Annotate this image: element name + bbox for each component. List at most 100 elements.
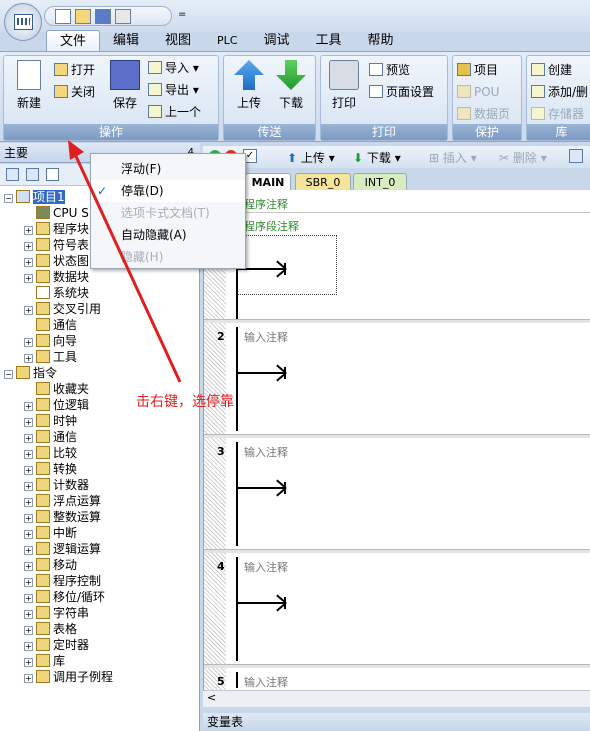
- previous-button[interactable]: 上一个: [148, 102, 201, 122]
- network1-comment[interactable]: 程序段注释: [244, 218, 299, 234]
- tree-node-instruction[interactable]: + 移动: [24, 557, 77, 573]
- expand-icon[interactable]: +: [24, 274, 33, 283]
- download-button[interactable]: 下载: [270, 60, 312, 111]
- expand-icon[interactable]: +: [24, 562, 33, 571]
- expand-icon[interactable]: +: [24, 642, 33, 651]
- expand-icon[interactable]: +: [24, 306, 33, 315]
- insert-button[interactable]: ⊞ 插入 ▾: [429, 149, 477, 166]
- tab-int0[interactable]: INT_0: [353, 173, 407, 191]
- tree-node-project-item[interactable]: + 向导: [24, 333, 77, 349]
- open-folder-icon[interactable]: [75, 8, 91, 24]
- context-menu-item[interactable]: ✓ 停靠(D): [91, 180, 245, 202]
- application-menu-button[interactable]: [4, 3, 42, 41]
- tab-tools[interactable]: 工具: [303, 30, 355, 52]
- scroll-left-icon[interactable]: <: [207, 691, 216, 704]
- tree-node-instruction[interactable]: + 表格: [24, 621, 77, 637]
- tree-node-instruction[interactable]: + 库: [24, 653, 65, 669]
- tab-file[interactable]: 文件: [46, 30, 101, 52]
- tree-node-project-item[interactable]: + 数据块: [24, 269, 89, 285]
- protect-project-button[interactable]: 项目: [457, 60, 498, 80]
- network-comment[interactable]: 输入注释: [244, 329, 288, 345]
- tab-debug[interactable]: 调试: [251, 30, 303, 52]
- tree-node-project-item[interactable]: + 交叉引用: [24, 301, 101, 317]
- expand-icon[interactable]: +: [24, 626, 33, 635]
- expand-icon[interactable]: +: [24, 418, 33, 427]
- expand-icon[interactable]: +: [24, 258, 33, 267]
- new-file-icon[interactable]: [55, 8, 71, 24]
- print-icon[interactable]: [115, 8, 131, 24]
- tab-main[interactable]: MAIN: [245, 173, 291, 191]
- editor-upload-button[interactable]: ⬆ 上传 ▾: [287, 149, 335, 166]
- expand-icon[interactable]: +: [24, 658, 33, 667]
- tree-node-instruction[interactable]: + 调用子例程: [24, 669, 113, 685]
- tree-node-project-item[interactable]: 系统块: [24, 285, 89, 301]
- tree-node-instruction[interactable]: + 转换: [24, 461, 77, 477]
- add-library-button[interactable]: 添加/删: [531, 82, 588, 102]
- save-button[interactable]: 保存: [104, 60, 146, 111]
- tree-node-instruction[interactable]: + 浮点运算: [24, 493, 101, 509]
- network-icon[interactable]: [569, 149, 583, 163]
- network-comment[interactable]: 输入注释: [244, 559, 288, 575]
- context-menu-item[interactable]: 隐藏(H): [91, 246, 245, 268]
- tree-node-instruction[interactable]: + 定时器: [24, 637, 89, 653]
- context-menu-item[interactable]: 浮动(F): [91, 158, 245, 180]
- view-icon[interactable]: [6, 168, 19, 181]
- preview-button[interactable]: 预览: [369, 60, 410, 80]
- tree-node-instruction[interactable]: + 程序控制: [24, 573, 101, 589]
- expand-icon[interactable]: +: [24, 594, 33, 603]
- network-comment[interactable]: 输入注释: [244, 674, 288, 690]
- tree-node-instruction[interactable]: + 位逻辑: [24, 397, 89, 413]
- tab-edit[interactable]: 编辑: [100, 30, 152, 52]
- delete-button[interactable]: ✂ 删除 ▾: [499, 149, 547, 166]
- print-button[interactable]: 打印: [323, 60, 365, 111]
- tab-help[interactable]: 帮助: [355, 30, 407, 52]
- tree-node-project-item[interactable]: + 状态图: [24, 253, 89, 269]
- tree-node-instruction[interactable]: + 字符串: [24, 605, 89, 621]
- grid-icon[interactable]: [26, 168, 39, 181]
- tree-node-project-item[interactable]: + 工具: [24, 349, 77, 365]
- tree-node-project-item[interactable]: + 符号表: [24, 237, 89, 253]
- protect-data-page-button[interactable]: 数据页: [457, 104, 510, 124]
- program-comment[interactable]: 程序注释: [244, 196, 288, 212]
- expand-icon[interactable]: +: [24, 434, 33, 443]
- quick-access-dropdown[interactable]: =: [178, 9, 186, 20]
- library-storage-button[interactable]: 存储器: [531, 104, 584, 124]
- network-comment[interactable]: 输入注释: [244, 444, 288, 460]
- tree-node-instruction[interactable]: + 计数器: [24, 477, 89, 493]
- new-button[interactable]: 新建: [8, 60, 50, 111]
- expand-icon[interactable]: +: [24, 498, 33, 507]
- upload-button[interactable]: 上传: [228, 60, 270, 111]
- expand-icon[interactable]: +: [24, 546, 33, 555]
- expand-icon[interactable]: +: [24, 610, 33, 619]
- close-button[interactable]: 关闭: [54, 82, 95, 102]
- tab-plc[interactable]: PLC: [204, 30, 250, 52]
- protect-pou-button[interactable]: POU: [457, 82, 499, 102]
- tree-node-instruction[interactable]: + 比较: [24, 445, 77, 461]
- expand-icon[interactable]: +: [24, 242, 33, 251]
- expand-icon[interactable]: +: [24, 514, 33, 523]
- tree-node-instruction[interactable]: + 逻辑运算: [24, 541, 101, 557]
- page-setup-button[interactable]: 页面设置: [369, 82, 434, 102]
- tab-sbr0[interactable]: SBR_0: [295, 173, 351, 191]
- open-button[interactable]: 打开: [54, 60, 95, 80]
- tree-node-instruction[interactable]: 收藏夹: [24, 381, 89, 397]
- editor-download-button[interactable]: ⬇ 下载 ▾: [353, 149, 401, 166]
- tab-view[interactable]: 视图: [152, 30, 204, 52]
- expand-icon[interactable]: +: [24, 338, 33, 347]
- export-button[interactable]: 导出 ▾: [148, 80, 199, 100]
- tree-node-instruction[interactable]: + 通信: [24, 429, 77, 445]
- expand-icon[interactable]: +: [24, 402, 33, 411]
- tree-node-project-item[interactable]: 通信: [24, 317, 77, 333]
- save-disk-icon[interactable]: [95, 8, 111, 24]
- tree-node-instruction[interactable]: + 整数运算: [24, 509, 101, 525]
- tree-node-instruction[interactable]: + 移位/循环: [24, 589, 105, 605]
- expand-icon[interactable]: +: [24, 466, 33, 475]
- collapse-icon[interactable]: −: [4, 194, 13, 203]
- import-button[interactable]: 导入 ▾: [148, 58, 199, 78]
- expand-icon[interactable]: +: [24, 530, 33, 539]
- expand-icon[interactable]: +: [24, 450, 33, 459]
- context-menu-item[interactable]: 选项卡式文档(T): [91, 202, 245, 224]
- tree-node-instruction[interactable]: + 中断: [24, 525, 77, 541]
- create-library-button[interactable]: 创建: [531, 60, 572, 80]
- expand-icon[interactable]: +: [24, 226, 33, 235]
